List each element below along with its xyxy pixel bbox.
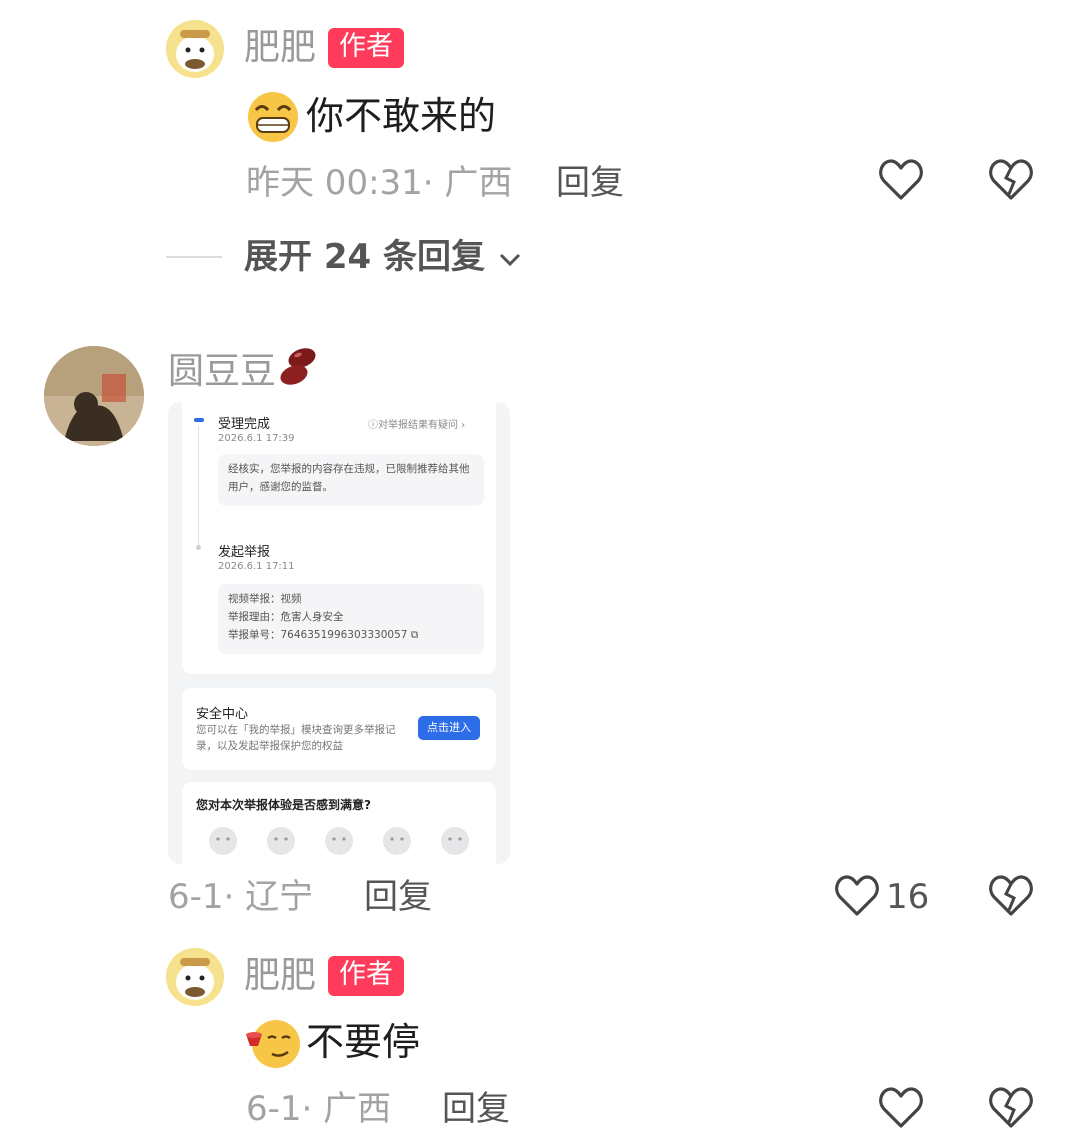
report-reason: 举报理由：危害人身安全 [228, 611, 344, 623]
broken-heart-icon[interactable] [988, 158, 1034, 206]
report-number: 举报单号：7646351996303330057 ⧉ [228, 629, 419, 641]
broken-heart-icon[interactable] [988, 1086, 1034, 1134]
comment-text: 不要停 [306, 1020, 421, 1064]
copy-icon[interactable]: ⧉ [411, 629, 419, 641]
question-link[interactable]: ⓘ对举报结果有疑问 › [368, 416, 465, 431]
heart-outline-icon[interactable] [878, 1086, 924, 1134]
avatar-image [166, 948, 224, 1006]
divider [166, 256, 222, 258]
step-message: 经核实，您举报的内容存在违规，已限制推荐给其他用户，感谢您的监督。 [218, 454, 484, 506]
heart-outline-icon[interactable] [878, 158, 924, 206]
rating-faces [208, 826, 478, 856]
timeline-dot-active [194, 418, 204, 422]
reply-button[interactable]: 回复 [556, 162, 624, 204]
author-badge: 作者 [328, 956, 404, 996]
comment-time: 6-1· 辽宁 [168, 877, 314, 917]
avatar[interactable] [166, 948, 224, 1006]
comment-time: 6-1· 广西 [246, 1089, 392, 1129]
safety-title: 安全中心 [196, 707, 249, 722]
kidney-bean-emoji [276, 344, 322, 394]
comment-text: 你不敢来的 [306, 94, 497, 138]
username[interactable]: 圆豆豆 [168, 350, 276, 394]
avatar[interactable] [166, 20, 224, 78]
like-count: 16 [886, 877, 930, 917]
timeline-line [198, 426, 199, 546]
reply-button[interactable]: 回复 [442, 1088, 510, 1130]
step-time: 2026.6.1 17:11 [218, 561, 295, 572]
comment-time: 昨天 00:31· 广西 [246, 163, 513, 203]
author-badge: 作者 [328, 28, 404, 68]
enter-button[interactable]: 点击进入 [418, 716, 480, 740]
username[interactable]: 肥肥 [244, 954, 316, 998]
timeline-dot [196, 545, 201, 550]
safety-description: 您可以在「我的举报」模块查询更多举报记录，以及发起举报保护您的权益 [196, 724, 396, 752]
username[interactable]: 肥肥 [244, 26, 316, 70]
question-circle-icon: ⓘ [368, 420, 378, 431]
heart-outline-icon[interactable] [834, 874, 880, 922]
grin-emoji [246, 90, 300, 148]
report-details: 视频举报：视频 举报理由：危害人身安全 举报单号：764635199630333… [218, 584, 484, 654]
step-title: 发起举报 [218, 545, 271, 560]
attached-screenshot[interactable]: 受理完成 ⓘ对举报结果有疑问 › 2026.6.1 17:39 经核实，您举报的… [168, 402, 510, 864]
wine-emoji [244, 1016, 302, 1074]
avatar[interactable] [44, 346, 144, 446]
expand-replies-button[interactable]: 展开 24 条回复 [244, 236, 523, 278]
avatar-image [166, 20, 224, 78]
broken-heart-icon[interactable] [988, 874, 1034, 922]
step-time: 2026.6.1 17:39 [218, 433, 295, 444]
step-title: 受理完成 [218, 417, 271, 432]
reply-button[interactable]: 回复 [364, 876, 432, 918]
survey-question: 您对本次举报体验是否感到满意? [196, 798, 371, 812]
chevron-down-icon [499, 253, 520, 266]
report-type: 视频举报：视频 [228, 593, 302, 605]
avatar-image [44, 346, 144, 446]
